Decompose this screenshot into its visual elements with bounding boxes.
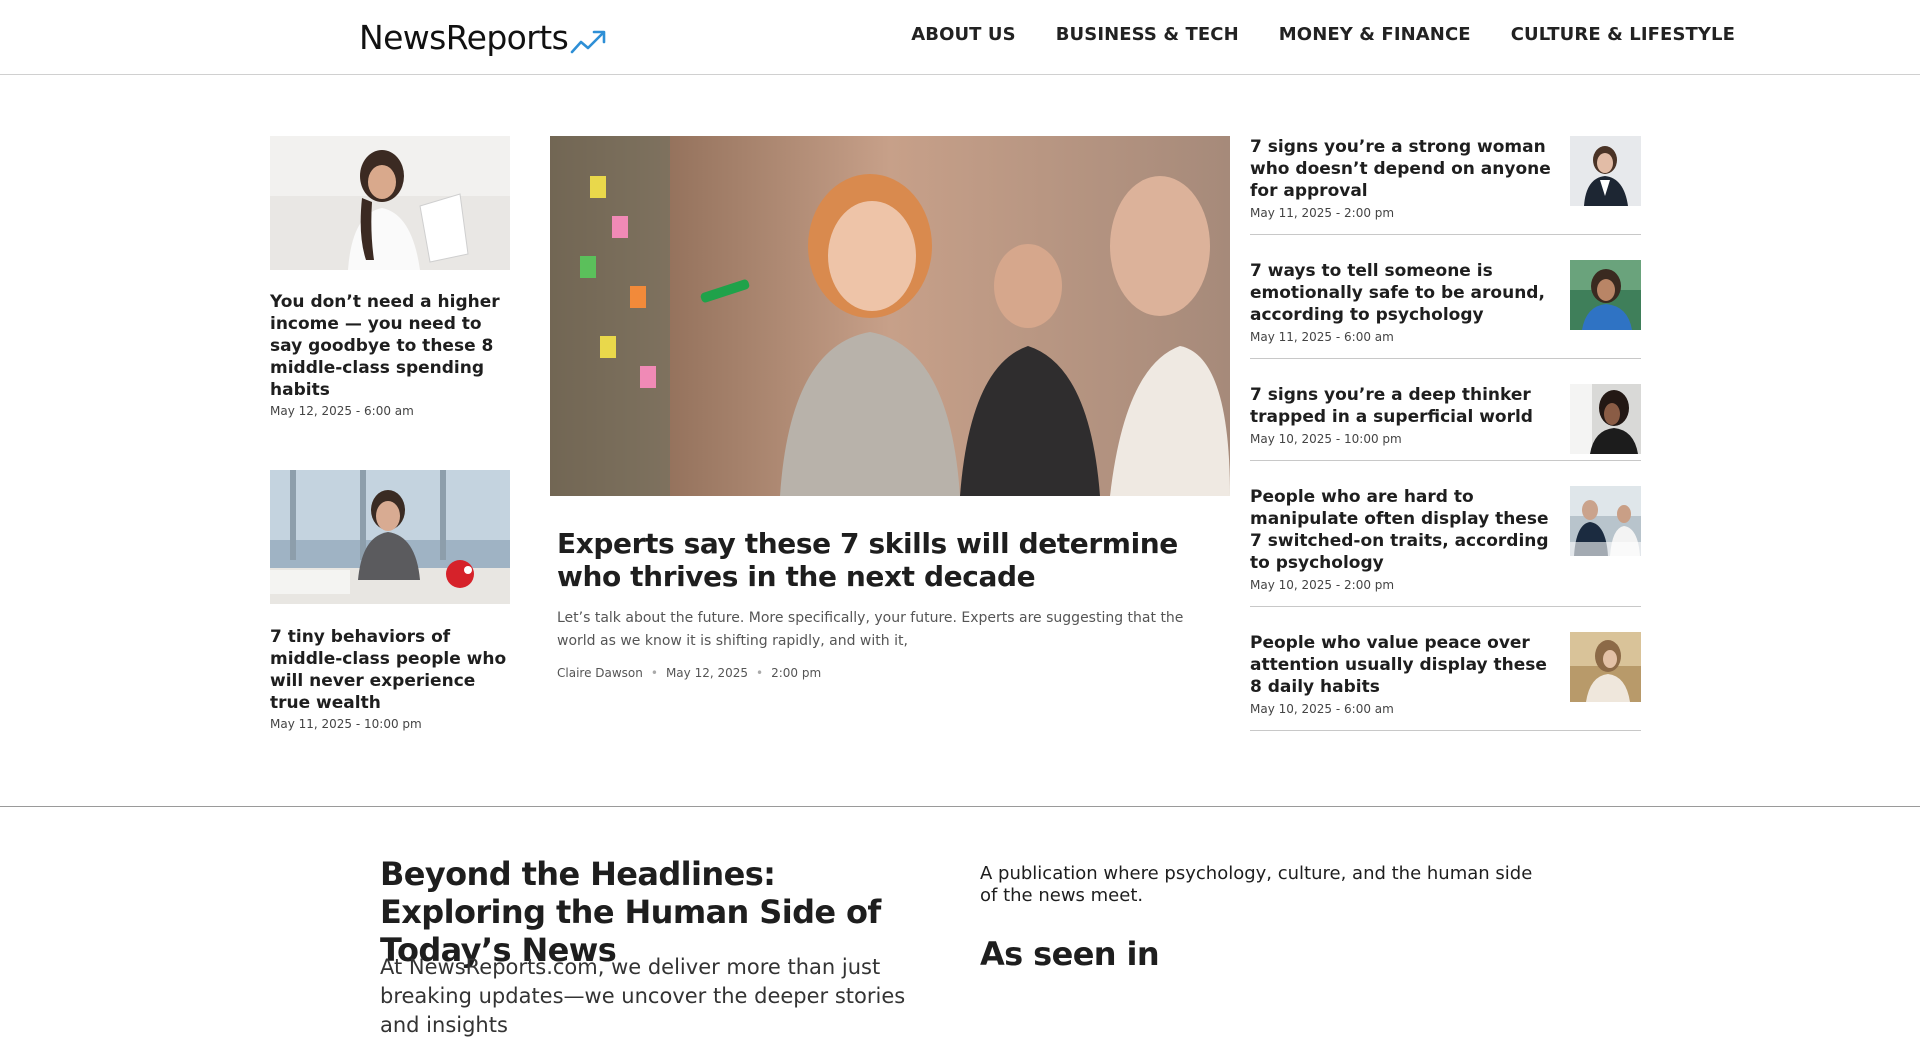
article-thumbnail[interactable] (1570, 384, 1641, 454)
about-heading: Beyond the Headlines: Exploring the Huma… (380, 855, 881, 969)
featured-image[interactable] (550, 136, 1230, 496)
featured-title[interactable]: Experts say these 7 skills will determin… (557, 527, 1217, 593)
nav-business-tech[interactable]: BUSINESS & TECH (1056, 24, 1239, 45)
list-item: 7 ways to tell someone is emotionally sa… (1250, 260, 1641, 359)
article-date: May 11, 2025 - 6:00 am (1250, 330, 1394, 344)
article-title[interactable]: 7 signs you’re a strong woman who doesn’… (1250, 136, 1560, 202)
publication-description: A publication where psychology, culture,… (980, 863, 1533, 906)
site-header: NewsReports ABOUT US BUSINESS & TECH MON… (0, 0, 1920, 75)
article-date: May 10, 2025 - 10:00 pm (1250, 432, 1402, 446)
trend-arrow-icon (570, 30, 606, 54)
article-date: May 10, 2025 - 6:00 am (1250, 702, 1394, 716)
main-nav: ABOUT US BUSINESS & TECH MONEY & FINANCE… (911, 24, 1735, 45)
separator-dot: • (756, 666, 764, 680)
list-item: 7 signs you’re a deep thinker trapped in… (1250, 384, 1641, 461)
as-seen-in-heading: As seen in (980, 935, 1160, 973)
article-title[interactable]: 7 ways to tell someone is emotionally sa… (1250, 260, 1560, 326)
nav-about-us[interactable]: ABOUT US (911, 24, 1016, 45)
article-thumbnail[interactable] (1570, 136, 1641, 206)
featured-time: 2:00 pm (771, 666, 822, 680)
article-thumbnail[interactable] (270, 136, 510, 270)
article-thumbnail[interactable] (1570, 486, 1641, 556)
article-title[interactable]: People who are hard to manipulate often … (1250, 486, 1560, 574)
article-date: May 10, 2025 - 2:00 pm (1250, 578, 1395, 592)
article-date: May 11, 2025 - 10:00 pm (270, 717, 422, 731)
list-item: 7 signs you’re a strong woman who doesn’… (1250, 136, 1641, 235)
list-item: People who value peace over attention us… (1250, 632, 1641, 731)
article-thumbnail[interactable] (1570, 632, 1641, 702)
featured-date: May 12, 2025 (665, 666, 749, 680)
article-title[interactable]: 7 signs you’re a deep thinker trapped in… (1250, 384, 1560, 428)
separator-dot: • (650, 666, 658, 680)
featured-author[interactable]: Claire Dawson (557, 666, 643, 680)
article-date: May 11, 2025 - 2:00 pm (1250, 206, 1395, 220)
article-thumbnail[interactable] (270, 470, 510, 604)
article-date: May 12, 2025 - 6:00 am (270, 404, 414, 418)
featured-excerpt: Let’s talk about the future. More specif… (557, 610, 1184, 649)
article-title[interactable]: 7 tiny behaviors of middle-class people … (270, 626, 515, 714)
list-item: People who are hard to manipulate often … (1250, 486, 1641, 607)
about-body: At NewsReports.com, we deliver more than… (380, 955, 906, 1037)
nav-culture-lifestyle[interactable]: CULTURE & LIFESTYLE (1511, 24, 1735, 45)
featured-meta: Claire Dawson • May 12, 2025 • 2:00 pm (557, 666, 821, 680)
about-section: Beyond the Headlines: Exploring the Huma… (0, 806, 1920, 1037)
article-title[interactable]: You don’t need a higher income — you nee… (270, 291, 515, 401)
logo-text: NewsReports (359, 17, 569, 57)
article-title[interactable]: People who value peace over attention us… (1250, 632, 1560, 698)
nav-money-finance[interactable]: MONEY & FINANCE (1279, 24, 1471, 45)
article-thumbnail[interactable] (1570, 260, 1641, 330)
site-logo[interactable]: NewsReports (359, 14, 608, 60)
